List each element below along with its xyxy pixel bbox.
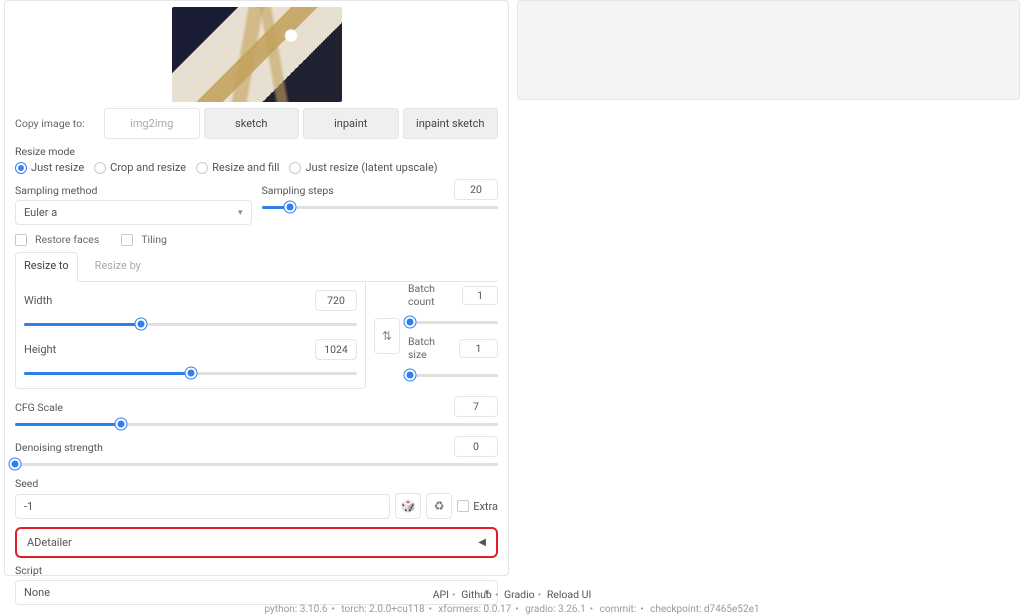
output-panel bbox=[513, 0, 1024, 576]
tiling-checkbox[interactable]: Tiling bbox=[121, 233, 167, 246]
batch-size-label: Batch size bbox=[408, 335, 455, 361]
resize-just-resize-radio[interactable]: Just resize bbox=[15, 161, 84, 174]
footer-github-link[interactable]: Github bbox=[461, 588, 492, 601]
caret-left-icon: ◀ bbox=[478, 537, 486, 548]
sampling-steps-value[interactable]: 20 bbox=[454, 179, 498, 200]
height-slider[interactable] bbox=[24, 366, 357, 380]
footer-gradio-link[interactable]: Gradio bbox=[504, 588, 535, 601]
denoise-value[interactable]: 0 bbox=[454, 436, 498, 457]
seed-input[interactable]: -1 bbox=[15, 494, 390, 519]
output-preview-area bbox=[517, 0, 1020, 100]
width-value[interactable]: 720 bbox=[315, 290, 357, 311]
adetailer-accordion[interactable]: ADetailer ◀ bbox=[15, 527, 498, 558]
script-select[interactable]: None ▾ bbox=[15, 580, 498, 605]
settings-panel: Copy image to: img2img sketch inpaint in… bbox=[4, 0, 509, 576]
batch-size-slider[interactable] bbox=[408, 368, 498, 382]
cfg-label: CFG Scale bbox=[15, 401, 63, 414]
denoise-slider[interactable] bbox=[15, 457, 498, 471]
sampling-steps-slider[interactable] bbox=[262, 200, 499, 214]
batch-count-slider[interactable] bbox=[408, 315, 498, 329]
resize-fill-radio[interactable]: Resize and fill bbox=[196, 161, 279, 174]
sampling-steps-label: Sampling steps bbox=[262, 184, 334, 197]
chevron-down-icon: ▾ bbox=[238, 208, 243, 218]
tab-resize-by[interactable]: Resize by bbox=[92, 252, 144, 281]
resize-crop-radio[interactable]: Crop and resize bbox=[94, 161, 186, 174]
meta-gradio: gradio: 3.26.1 bbox=[525, 604, 586, 615]
copy-to-sketch-button[interactable]: sketch bbox=[204, 108, 300, 139]
batch-size-value[interactable]: 1 bbox=[459, 339, 498, 358]
height-label: Height bbox=[24, 343, 62, 356]
copy-to-inpaint-button[interactable]: inpaint bbox=[303, 108, 399, 139]
swap-dimensions-button[interactable]: ⇅ bbox=[374, 318, 400, 354]
sampling-method-select[interactable]: Euler a ▾ bbox=[15, 200, 252, 225]
resize-latent-radio[interactable]: Just resize (latent upscale) bbox=[289, 161, 437, 174]
restore-faces-checkbox[interactable]: Restore faces bbox=[15, 233, 99, 246]
meta-checkpoint: checkpoint: d7465e52e1 bbox=[650, 604, 759, 615]
width-label: Width bbox=[24, 294, 62, 307]
cfg-value[interactable]: 7 bbox=[454, 396, 498, 417]
footer-reload-link[interactable]: Reload UI bbox=[547, 588, 591, 601]
height-value[interactable]: 1024 bbox=[315, 339, 357, 360]
recycle-icon: ♻ bbox=[434, 499, 445, 513]
batch-count-value[interactable]: 1 bbox=[462, 286, 498, 305]
copy-to-img2img-button[interactable]: img2img bbox=[104, 108, 200, 139]
copy-to-inpaint-sketch-button[interactable]: inpaint sketch bbox=[403, 108, 499, 139]
tab-resize-to[interactable]: Resize to bbox=[15, 252, 78, 282]
seed-random-button[interactable]: 🎲 bbox=[395, 493, 421, 519]
dice-icon: 🎲 bbox=[401, 499, 416, 513]
sampling-method-label: Sampling method bbox=[15, 184, 252, 197]
meta-torch: torch: 2.0.0+cu118 bbox=[341, 604, 424, 615]
meta-python: python: 3.10.6 bbox=[265, 604, 328, 615]
seed-reuse-button[interactable]: ♻ bbox=[426, 493, 452, 519]
copy-image-label: Copy image to: bbox=[15, 117, 100, 130]
meta-commit: commit: bbox=[600, 604, 637, 615]
width-slider[interactable] bbox=[24, 317, 357, 331]
script-label: Script bbox=[15, 564, 498, 577]
seed-label: Seed bbox=[15, 477, 498, 490]
source-image-preview[interactable] bbox=[172, 7, 342, 102]
resize-mode-label: Resize mode bbox=[15, 145, 498, 158]
cfg-slider[interactable] bbox=[15, 417, 498, 431]
batch-count-label: Batch count bbox=[408, 282, 458, 308]
seed-extra-checkbox[interactable]: Extra bbox=[457, 500, 498, 513]
meta-xformers: xformers: 0.0.17 bbox=[438, 604, 511, 615]
denoise-label: Denoising strength bbox=[15, 441, 103, 454]
footer-api-link[interactable]: API bbox=[433, 588, 449, 601]
